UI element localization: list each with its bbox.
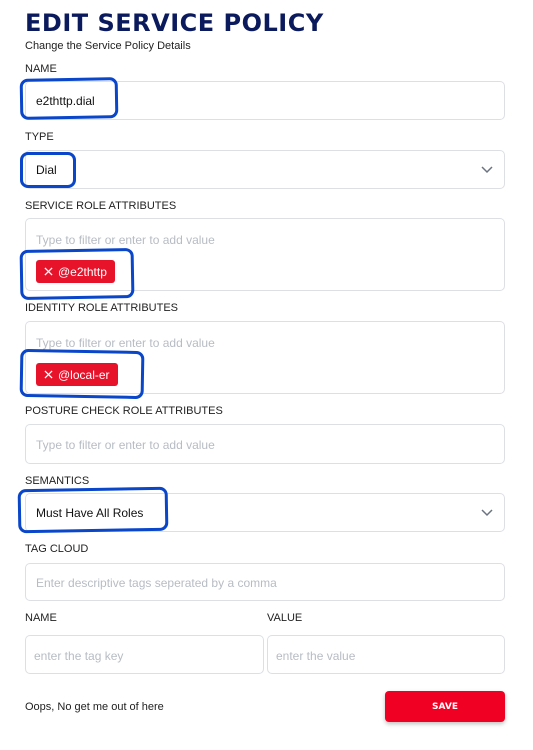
posture-roles-placeholder: Type to filter or enter to add value [36, 438, 215, 452]
page-title: EDIT SERVICE POLICY [25, 9, 324, 37]
service-role-chip-label: @e2thttp [58, 264, 107, 279]
service-roles-placeholder: Type to filter or enter to add value [36, 233, 215, 247]
semantics-select-value: Must Have All Roles [36, 506, 144, 520]
type-select[interactable]: Dial [25, 150, 505, 189]
type-select-value: Dial [36, 163, 57, 177]
tag-value-label: VALUE [267, 612, 303, 624]
name-input-value: e2thttp.dial [36, 94, 95, 108]
tag-name-label: NAME [25, 612, 57, 624]
cancel-link[interactable]: Oops, No get me out of here [25, 701, 164, 713]
tag-cloud-label: TAG CLOUD [25, 543, 89, 555]
semantics-select[interactable]: Must Have All Roles [25, 493, 505, 532]
semantics-label: SEMANTICS [25, 475, 90, 487]
identity-role-chip[interactable]: @local-er [36, 363, 118, 386]
tag-value-placeholder: enter the value [276, 649, 356, 663]
tag-value-input[interactable]: enter the value [267, 635, 505, 674]
service-roles-field[interactable]: Type to filter or enter to add value @e2… [25, 218, 505, 291]
page-subtitle: Change the Service Policy Details [25, 40, 191, 52]
identity-roles-field[interactable]: Type to filter or enter to add value @lo… [25, 321, 505, 394]
close-icon[interactable] [44, 267, 53, 276]
chevron-down-icon [481, 166, 493, 174]
tag-cloud-placeholder: Enter descriptive tags seperated by a co… [36, 576, 277, 590]
chevron-down-icon [481, 509, 493, 517]
tag-name-input[interactable]: enter the tag key [25, 635, 264, 674]
service-roles-label: SERVICE ROLE ATTRIBUTES [25, 200, 177, 212]
save-button[interactable]: SAVE [385, 691, 505, 722]
posture-roles-label: POSTURE CHECK ROLE ATTRIBUTES [25, 405, 223, 417]
close-icon[interactable] [44, 370, 53, 379]
identity-roles-label: IDENTITY ROLE ATTRIBUTES [25, 302, 179, 314]
posture-roles-field[interactable]: Type to filter or enter to add value [25, 424, 505, 464]
tag-cloud-input[interactable]: Enter descriptive tags seperated by a co… [25, 563, 505, 601]
name-input[interactable]: e2thttp.dial [25, 81, 505, 120]
identity-roles-placeholder: Type to filter or enter to add value [36, 336, 215, 350]
identity-role-chip-label: @local-er [58, 367, 110, 382]
service-role-chip[interactable]: @e2thttp [36, 260, 115, 283]
name-label: NAME [25, 63, 57, 75]
tag-name-placeholder: enter the tag key [34, 649, 124, 663]
type-label: TYPE [25, 131, 54, 143]
